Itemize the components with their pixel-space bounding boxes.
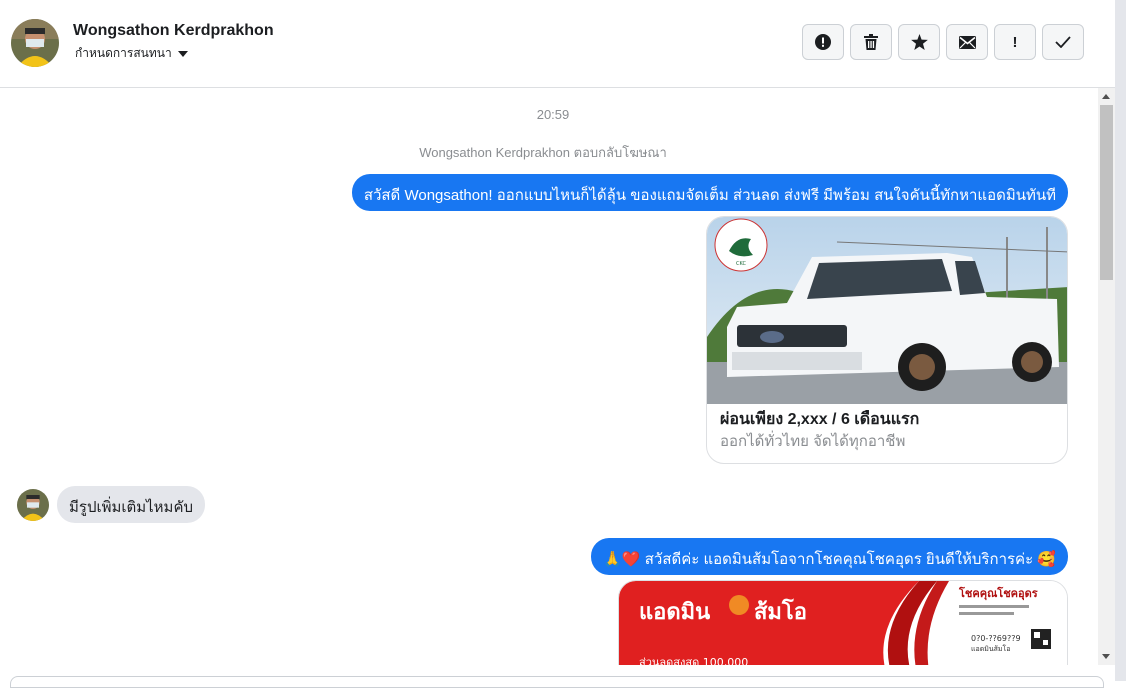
star-icon (910, 34, 928, 50)
promo-image: แอดมิน ส้มโอ ส่วนลดสูงสุด 100,000 โชคคุณ… (619, 581, 1067, 665)
contact-avatar[interactable] (11, 19, 59, 67)
scroll-thumb[interactable] (1100, 105, 1113, 280)
outgoing-message[interactable]: สวัสดี Wongsathon! ออกแบบไหนก็ได้ลุ้น ขอ… (351, 174, 1068, 211)
contact-name: Wongsathon Kerdprakhon (73, 22, 274, 39)
conversation-settings-dropdown[interactable]: กำหนดการสนทนา (75, 44, 188, 63)
ad-reply-note: Wongsathon Kerdprakhon ตอบกลับโฆษณา (419, 145, 667, 160)
envelope-icon (958, 35, 976, 49)
mark-done-button[interactable] (1042, 24, 1084, 60)
message-composer[interactable] (10, 676, 1104, 688)
thread-scrollbar[interactable] (1098, 88, 1115, 665)
promo-brand-text-2: ส้มโอ (754, 598, 807, 625)
promo-shop-name: โชคคุณโชคอุดร (958, 586, 1038, 601)
star-button[interactable] (898, 24, 940, 60)
mark-unread-button[interactable] (946, 24, 988, 60)
scroll-down-arrow-icon[interactable] (1102, 654, 1110, 659)
truck-ad-image: CKC (707, 217, 1067, 404)
promo-brand-text: แอดมิน (639, 600, 710, 625)
message-timestamp: 20:59 (536, 107, 570, 122)
promo-image-card[interactable]: แอดมิน ส้มโอ ส่วนลดสูงสุด 100,000 โชคคุณ… (618, 580, 1068, 665)
outgoing-message[interactable]: 🙏❤️ สวัสดีค่ะ แอดมินส้มโอจากโชคคุณโชคอุด… (591, 538, 1068, 575)
conversation-header: Wongsathon Kerdprakhon กำหนดการสนทนา ! (0, 0, 1115, 88)
mark-spam-button[interactable] (802, 24, 844, 60)
promo-phone: 0?0-??69??9 (971, 634, 1021, 643)
check-icon (1055, 36, 1071, 48)
message-thread: 20:59 Wongsathon Kerdprakhon ตอบกลับโฆษณ… (0, 88, 1098, 665)
exclamation-icon: ! (1012, 33, 1018, 51)
incoming-message[interactable]: มีรูปเพิ่มเติมไหมคับ (57, 486, 205, 523)
conversation-settings-label: กำหนดการสนทนา (75, 46, 172, 60)
promo-handle: แอดมินส้มโอ (971, 644, 1011, 653)
caret-down-icon (177, 50, 188, 57)
scroll-up-arrow-icon[interactable] (1102, 94, 1110, 99)
alert-circle-icon (815, 34, 831, 50)
svg-text:CKC: CKC (736, 261, 746, 267)
contact-avatar-small (17, 489, 49, 521)
follow-up-button[interactable]: ! (994, 24, 1036, 60)
window-edge (1115, 0, 1126, 681)
promo-discount-text: ส่วนลดสูงสุด 100,000 (639, 656, 748, 665)
trash-icon (864, 34, 878, 50)
delete-button[interactable] (850, 24, 892, 60)
ad-card[interactable]: CKC ผ่อนเพียง 2,xxx / 6 เดือนแรก ออกได้ท… (706, 216, 1068, 464)
conversation-actions: ! (802, 24, 1084, 60)
messenger-window: Wongsathon Kerdprakhon กำหนดการสนทนา ! 2… (0, 0, 1115, 688)
ad-card-subtitle: ออกได้ทั่วไทย จัดได้ทุกอาชีพ (720, 433, 906, 450)
